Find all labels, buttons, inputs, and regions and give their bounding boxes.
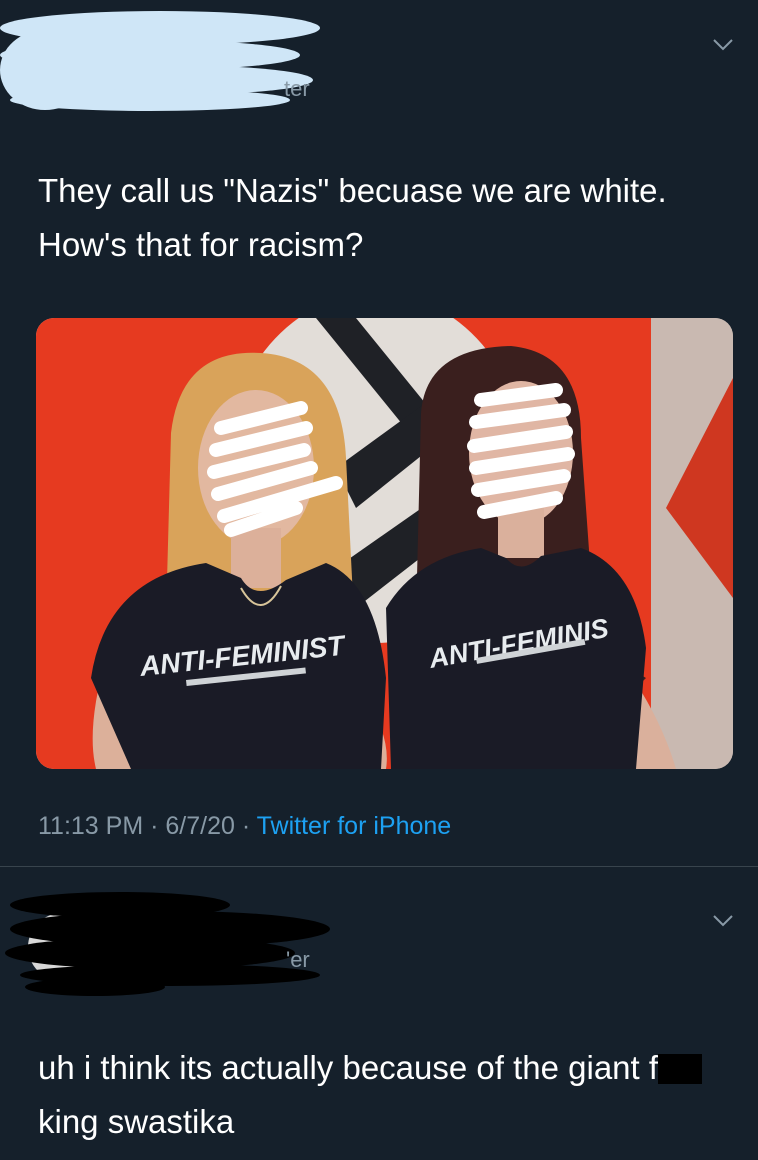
tweet-time: 11:13 PM: [38, 812, 144, 840]
author-handle-fragment: ter: [284, 76, 310, 101]
reply-text: uh i think its actually because of the g…: [38, 1041, 718, 1149]
chevron-down-icon[interactable]: [712, 914, 734, 928]
tweet-photo[interactable]: ANTI-FEMINIST ANTI-FEMINIS: [36, 318, 733, 769]
redacted-author-scribble: [0, 11, 320, 111]
tweet-client-link[interactable]: Twitter for iPhone: [257, 812, 452, 840]
redaction-bar: [658, 1054, 703, 1084]
original-tweet: ter They call us "Nazis" becuase we are …: [0, 0, 758, 866]
tweet-meta: 11:13 PM · 6/7/20 · Twitter for iPhone: [38, 812, 452, 840]
reply-tweet: 'er uh i think its actually because of t…: [0, 867, 758, 1160]
tweet-date: 6/7/20: [165, 812, 235, 840]
tweet-text: They call us "Nazis" becuase we are whit…: [38, 172, 676, 263]
chevron-down-icon[interactable]: [712, 38, 734, 52]
reply-handle-fragment: 'er: [286, 947, 310, 972]
